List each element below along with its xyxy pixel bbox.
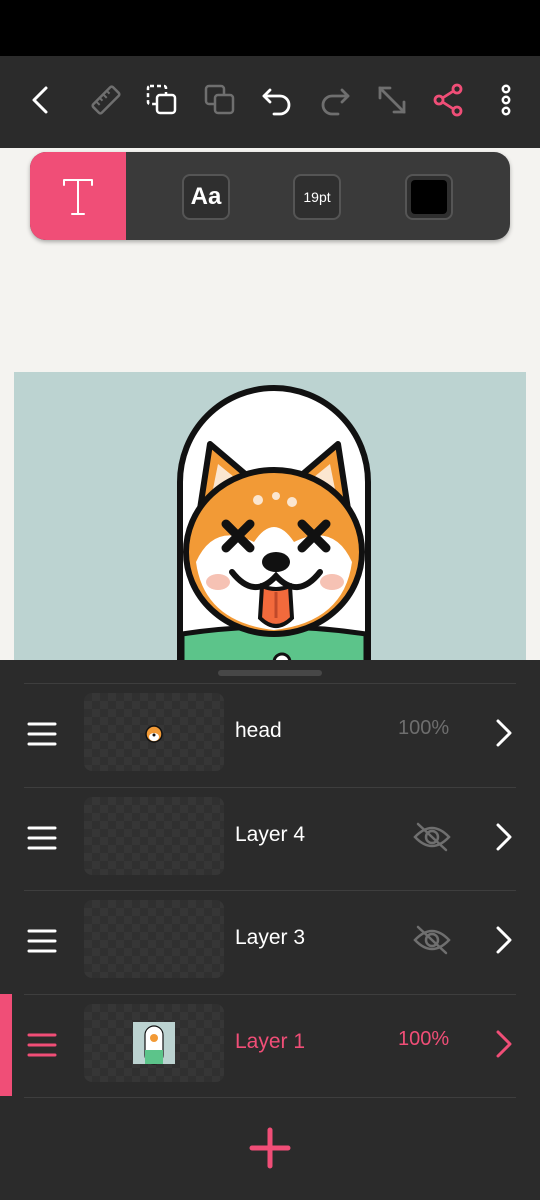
layer-row-layer-1[interactable]: Layer 1 100% — [0, 994, 540, 1097]
redo-icon — [321, 88, 350, 116]
text-icon — [63, 179, 93, 215]
shiba-illustration — [177, 385, 371, 660]
drag-handle-icon[interactable] — [26, 1030, 58, 1060]
text-color-swatch — [411, 180, 447, 214]
duplicate-button[interactable] — [192, 72, 248, 128]
chevron-right-icon[interactable] — [488, 715, 520, 751]
layer-row-head[interactable]: head 100% — [0, 683, 540, 786]
chevron-right-icon[interactable] — [488, 922, 520, 958]
divider — [24, 1097, 516, 1098]
chevron-right-icon[interactable] — [488, 1026, 520, 1062]
layer-opacity[interactable]: 100% — [398, 717, 449, 740]
undo-button[interactable] — [250, 72, 306, 128]
artboard[interactable] — [14, 372, 526, 660]
add-layer-button[interactable] — [246, 1124, 294, 1172]
share-icon — [433, 83, 463, 117]
canvas-area[interactable]: Aa 19pt — [0, 148, 540, 660]
divider — [24, 994, 516, 995]
select-button[interactable] — [134, 72, 190, 128]
redo-button[interactable] — [306, 72, 362, 128]
top-toolbar — [0, 56, 540, 148]
divider — [24, 683, 516, 684]
layer-thumbnail — [84, 1004, 224, 1082]
ruler-button[interactable] — [78, 72, 134, 128]
back-icon — [32, 86, 48, 114]
layer-row-layer-4[interactable]: Layer 4 — [0, 787, 540, 890]
resize-icon — [378, 86, 406, 114]
more-button[interactable] — [478, 72, 534, 128]
back-button[interactable] — [14, 72, 70, 128]
layer-name: head — [235, 719, 282, 742]
chevron-right-icon[interactable] — [488, 819, 520, 855]
layer-name: Layer 3 — [235, 926, 306, 949]
font-button[interactable]: Aa — [182, 174, 230, 220]
duplicate-icon — [204, 84, 235, 115]
layer-list-end — [0, 1097, 540, 1098]
eye-off-icon[interactable] — [412, 924, 452, 956]
select-icon — [146, 84, 177, 115]
more-icon — [501, 84, 511, 116]
undo-icon — [262, 88, 291, 116]
divider — [24, 787, 516, 788]
layer-thumbnail — [84, 797, 224, 875]
selected-indicator — [0, 994, 12, 1096]
drag-handle-icon[interactable] — [26, 719, 58, 749]
layer-opacity[interactable]: 100% — [398, 1028, 449, 1051]
layer-row-layer-3[interactable]: Layer 3 — [0, 890, 540, 993]
text-tool-bar: Aa 19pt — [30, 152, 510, 240]
status-bar — [0, 0, 540, 56]
panel-grabber[interactable] — [218, 670, 322, 676]
layers-panel: head 100% Layer 4 Layer 3 Layer 1 100% — [0, 660, 540, 1200]
share-button[interactable] — [420, 72, 476, 128]
drag-handle-icon[interactable] — [26, 823, 58, 853]
resize-button[interactable] — [364, 72, 420, 128]
layer-1-thumbnail-image — [133, 1022, 175, 1065]
layer-thumbnail — [84, 900, 224, 978]
plus-icon — [249, 1127, 291, 1169]
divider — [24, 890, 516, 891]
layer-name: Layer 4 — [235, 823, 306, 846]
drag-handle-icon[interactable] — [26, 926, 58, 956]
eye-off-icon[interactable] — [412, 821, 452, 853]
layer-thumbnail — [84, 693, 224, 771]
text-color-button[interactable] — [405, 174, 453, 220]
text-tool-button[interactable] — [30, 152, 126, 240]
font-size-button[interactable]: 19pt — [293, 174, 341, 220]
head-thumbnail-image — [145, 725, 163, 743]
ruler-icon — [91, 85, 121, 115]
layer-name: Layer 1 — [235, 1030, 306, 1053]
